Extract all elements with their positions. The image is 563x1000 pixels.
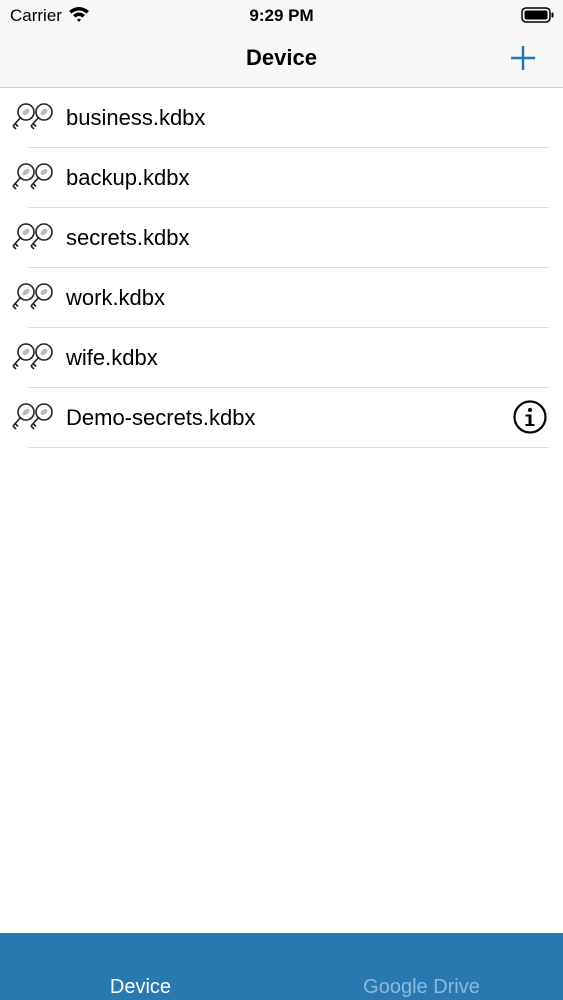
file-list: business.kdbx backup.kdbx secrets.kdbx w… xyxy=(0,88,563,448)
status-bar: Carrier 9:29 PM xyxy=(0,0,563,30)
navigation-bar: Device xyxy=(0,30,563,88)
file-name: business.kdbx xyxy=(66,105,206,130)
file-row[interactable]: secrets.kdbx xyxy=(0,208,563,268)
key-icon xyxy=(10,161,56,195)
battery-icon xyxy=(521,7,555,28)
page-title: Device xyxy=(246,45,317,70)
key-icon xyxy=(10,281,56,315)
file-row[interactable]: Demo-secrets.kdbx xyxy=(0,388,563,448)
file-name: backup.kdbx xyxy=(66,165,190,190)
key-icon xyxy=(10,221,56,255)
key-icon xyxy=(10,341,56,375)
file-row[interactable]: work.kdbx xyxy=(0,268,563,328)
info-icon xyxy=(513,400,547,438)
tab-device[interactable]: Device xyxy=(0,976,281,999)
file-row[interactable]: wife.kdbx xyxy=(0,328,563,388)
info-button[interactable] xyxy=(513,400,547,434)
tab-bar: Device Google Drive xyxy=(0,933,563,1000)
file-name: secrets.kdbx xyxy=(66,225,190,250)
file-name: work.kdbx xyxy=(66,285,166,310)
row-separator xyxy=(28,447,549,448)
tab-google-drive[interactable]: Google Drive xyxy=(281,976,562,999)
clock: 9:29 PM xyxy=(249,6,314,25)
file-row[interactable]: business.kdbx xyxy=(0,88,563,148)
file-row[interactable]: backup.kdbx xyxy=(0,148,563,208)
key-icon xyxy=(10,401,56,435)
plus-icon xyxy=(511,46,535,70)
file-name: Demo-secrets.kdbx xyxy=(66,405,256,430)
file-name: wife.kdbx xyxy=(66,345,158,370)
add-button[interactable] xyxy=(507,42,539,74)
key-icon xyxy=(10,101,56,135)
